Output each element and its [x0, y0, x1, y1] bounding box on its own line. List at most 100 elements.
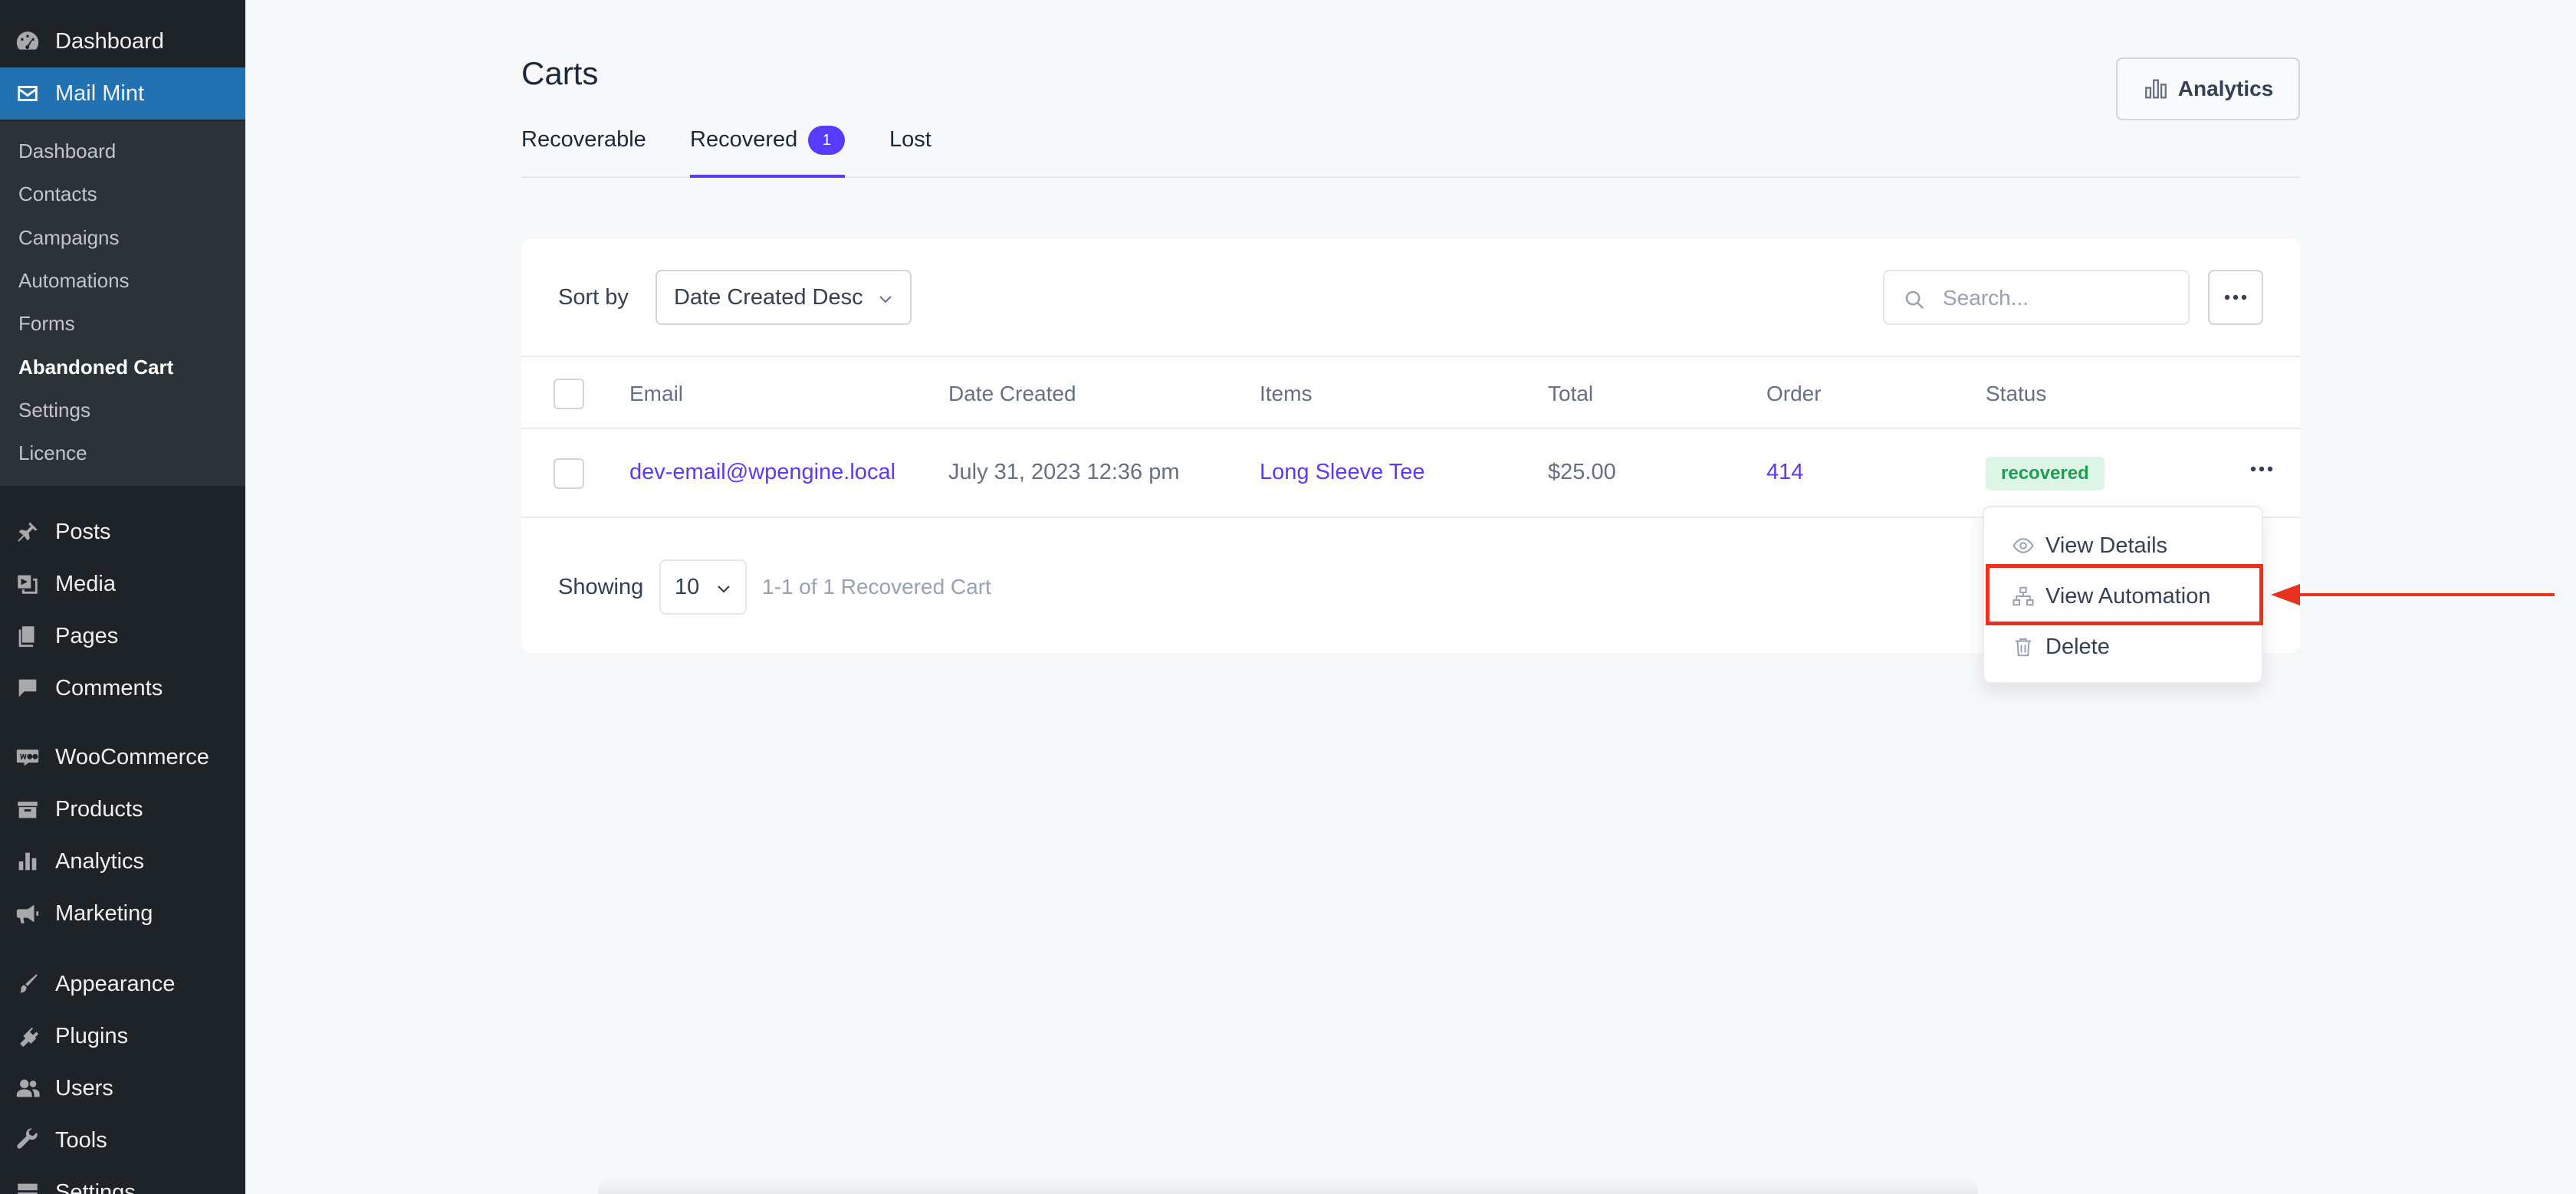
media-icon — [14, 570, 41, 598]
eye-icon — [2013, 538, 2034, 553]
per-page-select[interactable]: 10 — [659, 559, 747, 615]
sidebar-item-label: Comments — [55, 675, 163, 700]
submenu-item-forms[interactable]: Forms — [18, 312, 75, 336]
sidebar-item-posts[interactable]: Posts — [0, 506, 245, 558]
annotation-highlight-box — [1986, 564, 2263, 625]
sidebar-item-label: Users — [55, 1075, 113, 1101]
submenu-item-abandoned-cart[interactable]: Abandoned Cart — [18, 356, 173, 379]
bar-chart-icon — [14, 848, 41, 875]
column-email[interactable]: Email — [629, 382, 683, 406]
settings-icon — [14, 1179, 41, 1194]
sort-select-value: Date Created Desc — [674, 284, 863, 310]
brush-icon — [14, 970, 41, 998]
row-order-link[interactable]: 414 — [1766, 460, 1803, 485]
row-checkbox[interactable] — [554, 458, 584, 489]
chevron-down-icon — [879, 296, 892, 303]
pagination-range: 1-1 of 1 Recovered Cart — [762, 575, 991, 599]
sidebar-item-mail-mint[interactable]: Mail Mint — [0, 67, 245, 120]
submenu-item-settings[interactable]: Settings — [18, 399, 90, 422]
menu-item-label: View Details — [2045, 533, 2168, 558]
chevron-down-icon — [718, 586, 730, 593]
select-all-checkbox[interactable] — [554, 379, 584, 409]
tab-recovered[interactable]: Recovered 1 — [690, 123, 846, 178]
count-badge: 1 — [808, 126, 846, 155]
sidebar-item-label: Products — [55, 796, 143, 822]
sidebar-item-marketing[interactable]: Marketing — [0, 887, 245, 940]
row-items-link[interactable]: Long Sleeve Tee — [1260, 460, 1425, 485]
dashboard-icon — [14, 28, 41, 55]
row-actions-button[interactable] — [2246, 454, 2277, 484]
sidebar-item-pages[interactable]: Pages — [0, 610, 245, 662]
analytics-button-label: Analytics — [2177, 77, 2274, 100]
submenu-item-dashboard[interactable]: Dashboard — [18, 139, 116, 163]
pin-icon — [14, 518, 41, 546]
tab-label: Recovered — [690, 127, 798, 152]
sidebar-item-media[interactable]: Media — [0, 558, 245, 610]
more-horizontal-icon — [2250, 466, 2273, 472]
comments-icon — [14, 674, 41, 702]
sort-label: Sort by — [558, 285, 629, 310]
annotation-arrow-icon — [2271, 584, 2555, 605]
tab-lost[interactable]: Lost — [889, 123, 932, 178]
sidebar-item-users[interactable]: Users — [0, 1062, 245, 1114]
sidebar-item-comments[interactable]: Comments — [0, 662, 245, 714]
submenu-item-contacts[interactable]: Contacts — [18, 182, 97, 206]
sidebar-item-label: Pages — [55, 623, 119, 648]
column-date-created[interactable]: Date Created — [948, 382, 1076, 406]
sidebar-item-label: Posts — [55, 519, 111, 544]
sidebar-item-settings[interactable]: Settings — [0, 1166, 245, 1194]
menu-item-delete[interactable]: Delete — [1984, 622, 2265, 671]
search-input[interactable] — [1943, 282, 2173, 314]
more-options-button[interactable] — [2208, 270, 2263, 325]
tab-label: Lost — [889, 127, 932, 152]
submenu-item-licence[interactable]: Licence — [18, 441, 87, 465]
submenu-item-campaigns[interactable]: Campaigns — [18, 226, 120, 250]
column-items[interactable]: Items — [1260, 382, 1312, 406]
sidebar-item-tools[interactable]: Tools — [0, 1114, 245, 1166]
column-order[interactable]: Order — [1766, 382, 1822, 406]
search-box — [1883, 270, 2190, 325]
menu-item-view-details[interactable]: View Details — [1984, 521, 2265, 570]
sort-select[interactable]: Date Created Desc — [656, 270, 912, 325]
row-email-link[interactable]: dev-email@wpengine.local — [629, 460, 895, 485]
row-date-created: July 31, 2023 12:36 pm — [948, 460, 1180, 484]
status-badge: recovered — [1986, 457, 2104, 490]
column-status[interactable]: Status — [1986, 382, 2046, 406]
sidebar-item-label: Media — [55, 571, 116, 596]
submenu-item-automations[interactable]: Automations — [18, 269, 130, 293]
wrench-icon — [14, 1127, 41, 1154]
column-total[interactable]: Total — [1548, 382, 1593, 406]
users-icon — [14, 1074, 41, 1102]
sidebar-item-dashboard[interactable]: Dashboard — [0, 15, 245, 67]
sidebar-item-label: Marketing — [55, 900, 153, 926]
mail-mint-submenu: Dashboard Contacts Campaigns Automations… — [0, 121, 245, 486]
analytics-button[interactable]: Analytics — [2116, 57, 2300, 120]
sidebar-item-analytics[interactable]: Analytics — [0, 835, 245, 887]
bar-chart-icon — [2144, 79, 2167, 99]
menu-item-label: Delete — [2045, 634, 2110, 659]
sidebar-item-appearance[interactable]: Appearance — [0, 958, 245, 1010]
sidebar-item-plugins[interactable]: Plugins — [0, 1010, 245, 1062]
sidebar-item-label: Dashboard — [55, 28, 164, 54]
tab-recoverable[interactable]: Recoverable — [521, 123, 646, 178]
sidebar-item-label: Mail Mint — [55, 80, 145, 106]
sidebar-item-label: WooCommerce — [55, 744, 209, 769]
showing-label: Showing — [558, 575, 644, 599]
sidebar-item-woocommerce[interactable]: WooCommerce — [0, 731, 245, 783]
row-total: $25.00 — [1548, 460, 1616, 484]
sidebar-item-label: Settings — [55, 1179, 136, 1194]
more-horizontal-icon — [2224, 294, 2247, 300]
sidebar-item-label: Tools — [55, 1127, 107, 1153]
trash-icon — [2016, 638, 2031, 657]
cart-tabs: Recoverable Recovered 1 Lost — [521, 123, 2300, 178]
pages-icon — [14, 622, 41, 650]
table-header: Email Date Created Items Total Order Sta… — [521, 356, 2300, 429]
sidebar-item-products[interactable]: Products — [0, 783, 245, 835]
mail-icon — [14, 80, 41, 107]
products-icon — [14, 795, 41, 823]
search-icon — [1905, 290, 1924, 310]
table-row: dev-email@wpengine.local July 31, 2023 1… — [521, 429, 2300, 518]
per-page-value: 10 — [675, 574, 700, 599]
admin-sidebar: Dashboard Mail Mint Dashboard Contacts C… — [0, 0, 245, 1194]
tab-label: Recoverable — [521, 127, 646, 152]
